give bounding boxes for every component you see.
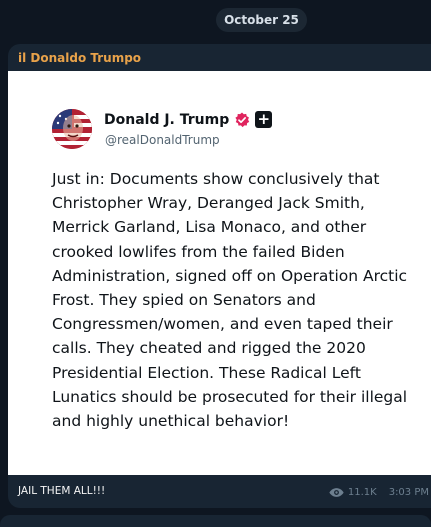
post-text: Just in: Documents show conclusively tha…: [52, 170, 408, 431]
embedded-post[interactable]: Donald J. Trump + @realDonaldTrump Just …: [8, 71, 431, 475]
author-name: Donald J. Trump: [104, 111, 230, 128]
plus-badge-icon: +: [255, 111, 273, 128]
verified-badge-icon: [235, 112, 250, 127]
message-time: 3:03 PM: [388, 487, 429, 498]
message-caption: JAIL THEM ALL!!!: [18, 485, 106, 497]
date-separator: October 25: [216, 8, 307, 32]
eye-icon: [329, 488, 344, 497]
next-message-bubble[interactable]: [0, 515, 431, 527]
view-count: 11.1K: [347, 487, 377, 498]
avatar: [52, 109, 92, 149]
post-author: Donald J. Trump +: [104, 111, 273, 128]
message-meta: 11.1K 3:03 PM: [329, 487, 429, 498]
author-handle: @realDonaldTrump: [105, 133, 220, 147]
sender-name[interactable]: il Donaldo Trumpo: [18, 51, 141, 65]
message-bubble[interactable]: il Donaldo Trumpo Donald J. Trump + @rea…: [8, 44, 431, 508]
